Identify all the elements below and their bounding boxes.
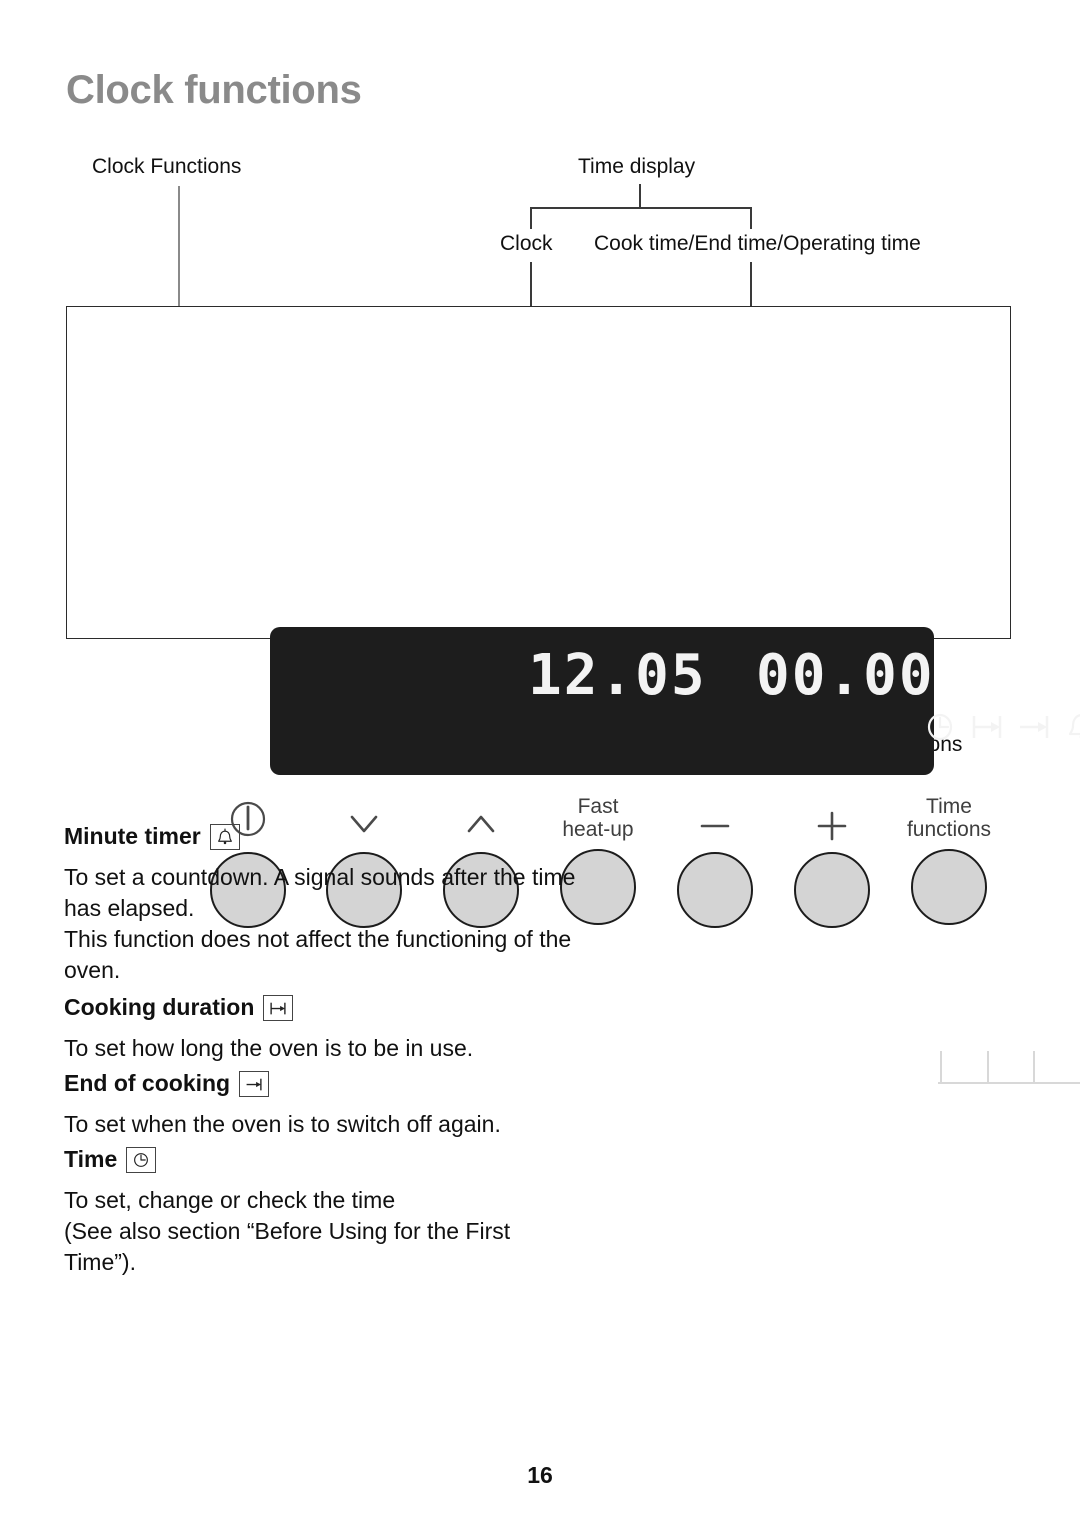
chevron-up-icon: [431, 791, 531, 844]
section-body-end-of-cooking: To set when the oven is to switch off ag…: [64, 1111, 501, 1137]
bell-icon: [209, 823, 240, 850]
leader-time-display-right-tick: [750, 207, 752, 229]
minus-button-oval[interactable]: [677, 852, 753, 928]
leader-time-display-stem: [639, 184, 641, 208]
callout-clock-functions-top: Clock Functions: [92, 155, 242, 178]
time-functions-label: Time functions: [899, 791, 999, 841]
minus-icon: [665, 791, 765, 844]
fast-heat-up-line1: Fast: [577, 795, 619, 818]
oven-control-panel: 12.05 00.00 Fast heat-up Time functions: [66, 306, 1080, 1084]
time-heading-text: Time: [64, 1146, 118, 1172]
end-of-cooking-icon: [239, 1070, 270, 1097]
time-functions-button-oval[interactable]: [911, 849, 987, 925]
end-of-cooking-icon: [1020, 716, 1049, 738]
leader-time-display-left-tick: [530, 207, 532, 229]
bell-icon: [1068, 714, 1080, 739]
display-clock-value: 12.05: [528, 643, 707, 708]
section-body-minute-timer: To set a countdown. A signal sounds afte…: [64, 864, 576, 983]
plus-icon: [782, 791, 882, 844]
leader-time-display-bar: [530, 207, 752, 209]
button-plus[interactable]: [782, 791, 882, 928]
display-tick-endcook: [1033, 1051, 1035, 1083]
display-indicator-icons: [714, 709, 1080, 743]
button-minus[interactable]: [665, 791, 765, 928]
callout-time-display: Time display: [578, 155, 696, 178]
section-body-time: To set, change or check the time (See al…: [64, 1187, 511, 1275]
display-tick-duration: [987, 1051, 989, 1083]
cooking-duration-icon: [972, 716, 1002, 738]
clock-icon: [927, 713, 953, 741]
page-number: 16: [527, 1462, 553, 1488]
cooking-duration-heading-text: Cooking duration: [64, 994, 255, 1020]
page-title: Clock functions: [66, 68, 362, 112]
end-of-cooking-heading-text: End of cooking: [64, 1070, 231, 1096]
display-tick-bar: [938, 1082, 1080, 1084]
section-heading-cooking-duration: Cooking duration: [64, 994, 294, 1021]
display-timer-value: 00.00: [756, 643, 935, 708]
section-heading-end-of-cooking: End of cooking: [64, 1070, 270, 1097]
clock-icon: [126, 1146, 157, 1173]
fast-heat-up-line2: heat-up: [562, 818, 634, 841]
callout-cook-end-operating-time: Cook time/End time/Operating time: [594, 232, 921, 255]
oven-lcd-display: 12.05 00.00: [270, 627, 1080, 1084]
section-heading-minute-timer: Minute timer: [64, 823, 240, 850]
fast-heat-up-label: Fast heat-up: [548, 791, 648, 841]
manual-page: Clock functions Clock Functions Time dis…: [0, 0, 1080, 1529]
time-functions-line1: Time: [926, 795, 972, 818]
section-heading-time: Time: [64, 1146, 157, 1173]
display-tick-clock: [940, 1051, 942, 1083]
button-time-functions[interactable]: Time functions: [899, 791, 999, 925]
chevron-down-icon: [314, 791, 414, 844]
cooking-duration-icon: [263, 994, 294, 1021]
minute-timer-heading-text: Minute timer: [64, 823, 201, 849]
callout-clock: Clock: [500, 232, 553, 255]
plus-button-oval[interactable]: [794, 852, 870, 928]
section-body-cooking-duration: To set how long the oven is to be in use…: [64, 1035, 474, 1061]
time-functions-line2: functions: [906, 818, 992, 841]
